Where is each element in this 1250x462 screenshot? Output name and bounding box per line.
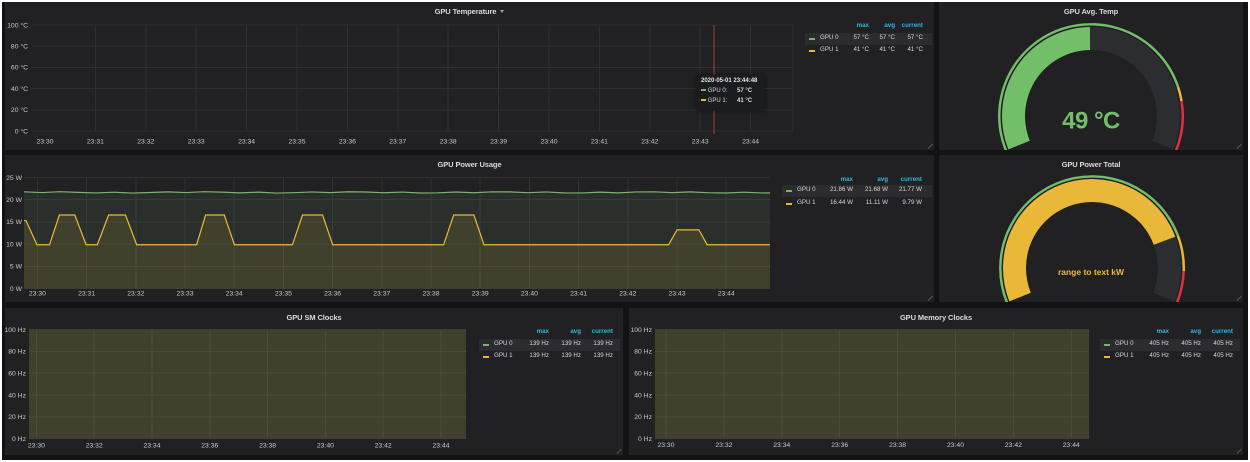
svg-text:range to text kW: range to text kW [1058, 267, 1125, 277]
svg-text:23:33: 23:33 [188, 139, 205, 146]
svg-text:23:34: 23:34 [143, 443, 160, 450]
svg-text:0 °C: 0 °C [15, 127, 28, 135]
svg-text:23:35: 23:35 [275, 291, 292, 298]
svg-text:23:30: 23:30 [36, 139, 53, 146]
svg-text:25 W: 25 W [6, 175, 22, 182]
svg-text:23:43: 23:43 [692, 139, 709, 146]
svg-text:23:30: 23:30 [28, 443, 45, 450]
svg-text:23:32: 23:32 [715, 442, 732, 449]
svg-text:23:36: 23:36 [324, 291, 341, 298]
svg-text:5 W: 5 W [10, 264, 23, 271]
svg-text:40 °C: 40 °C [11, 85, 28, 93]
svg-text:40 Hz: 40 Hz [634, 392, 652, 399]
svg-text:23:44: 23:44 [742, 139, 759, 146]
svg-text:23:36: 23:36 [831, 442, 848, 449]
svg-text:20 °C: 20 °C [11, 106, 28, 114]
svg-text:23:32: 23:32 [127, 291, 144, 298]
svg-text:40 Hz: 40 Hz [8, 392, 26, 399]
svg-text:23:38: 23:38 [440, 139, 457, 146]
svg-text:20 W: 20 W [6, 197, 22, 204]
svg-text:10 W: 10 W [6, 241, 22, 248]
svg-text:23:36: 23:36 [339, 139, 356, 146]
svg-text:23:32: 23:32 [137, 139, 154, 146]
svg-text:23:38: 23:38 [889, 442, 906, 449]
svg-text:23:40: 23:40 [521, 291, 538, 298]
svg-text:23:30: 23:30 [29, 291, 46, 298]
svg-text:23:34: 23:34 [238, 139, 255, 146]
svg-text:23:42: 23:42 [619, 291, 636, 298]
svg-text:23:31: 23:31 [78, 291, 95, 298]
svg-text:23:32: 23:32 [86, 443, 103, 450]
svg-text:23:42: 23:42 [641, 139, 658, 146]
svg-text:23:35: 23:35 [288, 139, 305, 146]
svg-text:100 Hz: 100 Hz [5, 327, 27, 334]
svg-text:23:30: 23:30 [657, 442, 674, 449]
svg-text:100 °C: 100 °C [7, 21, 28, 29]
svg-text:80 Hz: 80 Hz [634, 349, 652, 356]
svg-text:60 °C: 60 °C [11, 64, 28, 72]
svg-text:23:43: 23:43 [668, 291, 685, 298]
svg-text:23:36: 23:36 [201, 443, 218, 450]
svg-text:20 Hz: 20 Hz [634, 414, 652, 421]
svg-text:100 Hz: 100 Hz [630, 327, 652, 334]
svg-text:80 Hz: 80 Hz [8, 349, 26, 356]
svg-text:0 Hz: 0 Hz [638, 436, 653, 443]
svg-text:23:44: 23:44 [1063, 442, 1080, 449]
svg-text:23:34: 23:34 [773, 442, 790, 449]
svg-text:23:31: 23:31 [87, 139, 104, 146]
svg-text:23:39: 23:39 [490, 139, 507, 146]
svg-text:23:38: 23:38 [259, 443, 276, 450]
svg-text:0 Hz: 0 Hz [12, 436, 27, 443]
svg-text:23:40: 23:40 [947, 442, 964, 449]
svg-text:0 W: 0 W [10, 286, 23, 293]
svg-text:23:38: 23:38 [422, 291, 439, 298]
svg-text:49 °C: 49 °C [1062, 108, 1120, 135]
svg-text:23:40: 23:40 [540, 139, 557, 146]
svg-text:23:44: 23:44 [718, 291, 735, 298]
svg-text:23:41: 23:41 [570, 291, 587, 298]
svg-text:60 Hz: 60 Hz [8, 370, 26, 377]
svg-text:23:42: 23:42 [1005, 442, 1022, 449]
svg-text:23:41: 23:41 [591, 139, 608, 146]
svg-text:23:40: 23:40 [317, 443, 334, 450]
svg-text:15 W: 15 W [6, 219, 22, 226]
svg-text:23:42: 23:42 [375, 443, 392, 450]
svg-text:23:34: 23:34 [226, 291, 243, 298]
svg-text:23:39: 23:39 [472, 291, 489, 298]
svg-text:80 °C: 80 °C [11, 43, 28, 51]
svg-text:23:37: 23:37 [389, 139, 406, 146]
svg-text:20 Hz: 20 Hz [8, 414, 26, 421]
svg-text:60 Hz: 60 Hz [634, 370, 652, 377]
svg-text:23:33: 23:33 [176, 291, 193, 298]
svg-text:23:37: 23:37 [373, 291, 390, 298]
svg-text:23:44: 23:44 [432, 443, 449, 450]
